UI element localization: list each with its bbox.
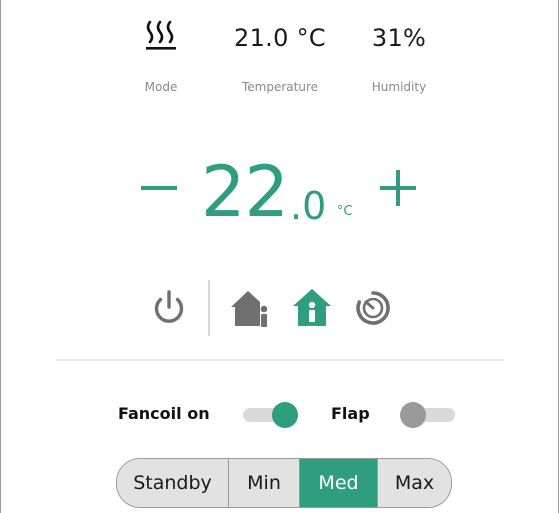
setpoint-decimal: .0: [290, 184, 327, 228]
fan-speed-min-button[interactable]: Min: [228, 459, 299, 507]
setpoint-unit: °C: [337, 204, 353, 219]
timer-icon[interactable]: [351, 286, 395, 330]
fan-speed-standby-button[interactable]: Standby: [117, 459, 228, 507]
status-bar: Mode 21.0 °C Temperature 31% Humidity: [1, 16, 558, 106]
fancoil-toggle-knob: [272, 402, 298, 428]
operating-mode-bar: [1, 280, 558, 340]
fan-speed-med-button[interactable]: Med: [299, 459, 377, 507]
humidity-status: 31% Humidity: [324, 16, 474, 94]
power-icon[interactable]: [147, 286, 191, 330]
fan-speed-selector: Standby Min Med Max: [116, 458, 452, 508]
section-divider: [57, 359, 503, 361]
home-icon[interactable]: [290, 286, 334, 330]
setpoint-control: 22 .0 °C: [1, 148, 558, 248]
fan-speed-max-button[interactable]: Max: [377, 459, 451, 507]
humidity-label: Humidity: [371, 80, 427, 94]
flap-label: Flap: [331, 404, 370, 423]
humidity-value: 31%: [371, 24, 427, 52]
thermostat-panel: Mode 21.0 °C Temperature 31% Humidity 22…: [0, 0, 559, 513]
flap-toggle-knob: [400, 402, 426, 428]
decrease-setpoint-button[interactable]: [137, 158, 185, 218]
toggle-row: Fancoil on Flap: [1, 396, 558, 436]
heating-icon: [143, 16, 179, 56]
fancoil-toggle[interactable]: [241, 402, 299, 428]
setpoint-integer: 22: [201, 151, 289, 233]
increase-setpoint-button[interactable]: [376, 158, 424, 218]
fancoil-label: Fancoil on: [118, 404, 210, 423]
mode-divider: [208, 280, 210, 336]
flap-toggle[interactable]: [399, 402, 457, 428]
away-icon[interactable]: [229, 286, 273, 330]
